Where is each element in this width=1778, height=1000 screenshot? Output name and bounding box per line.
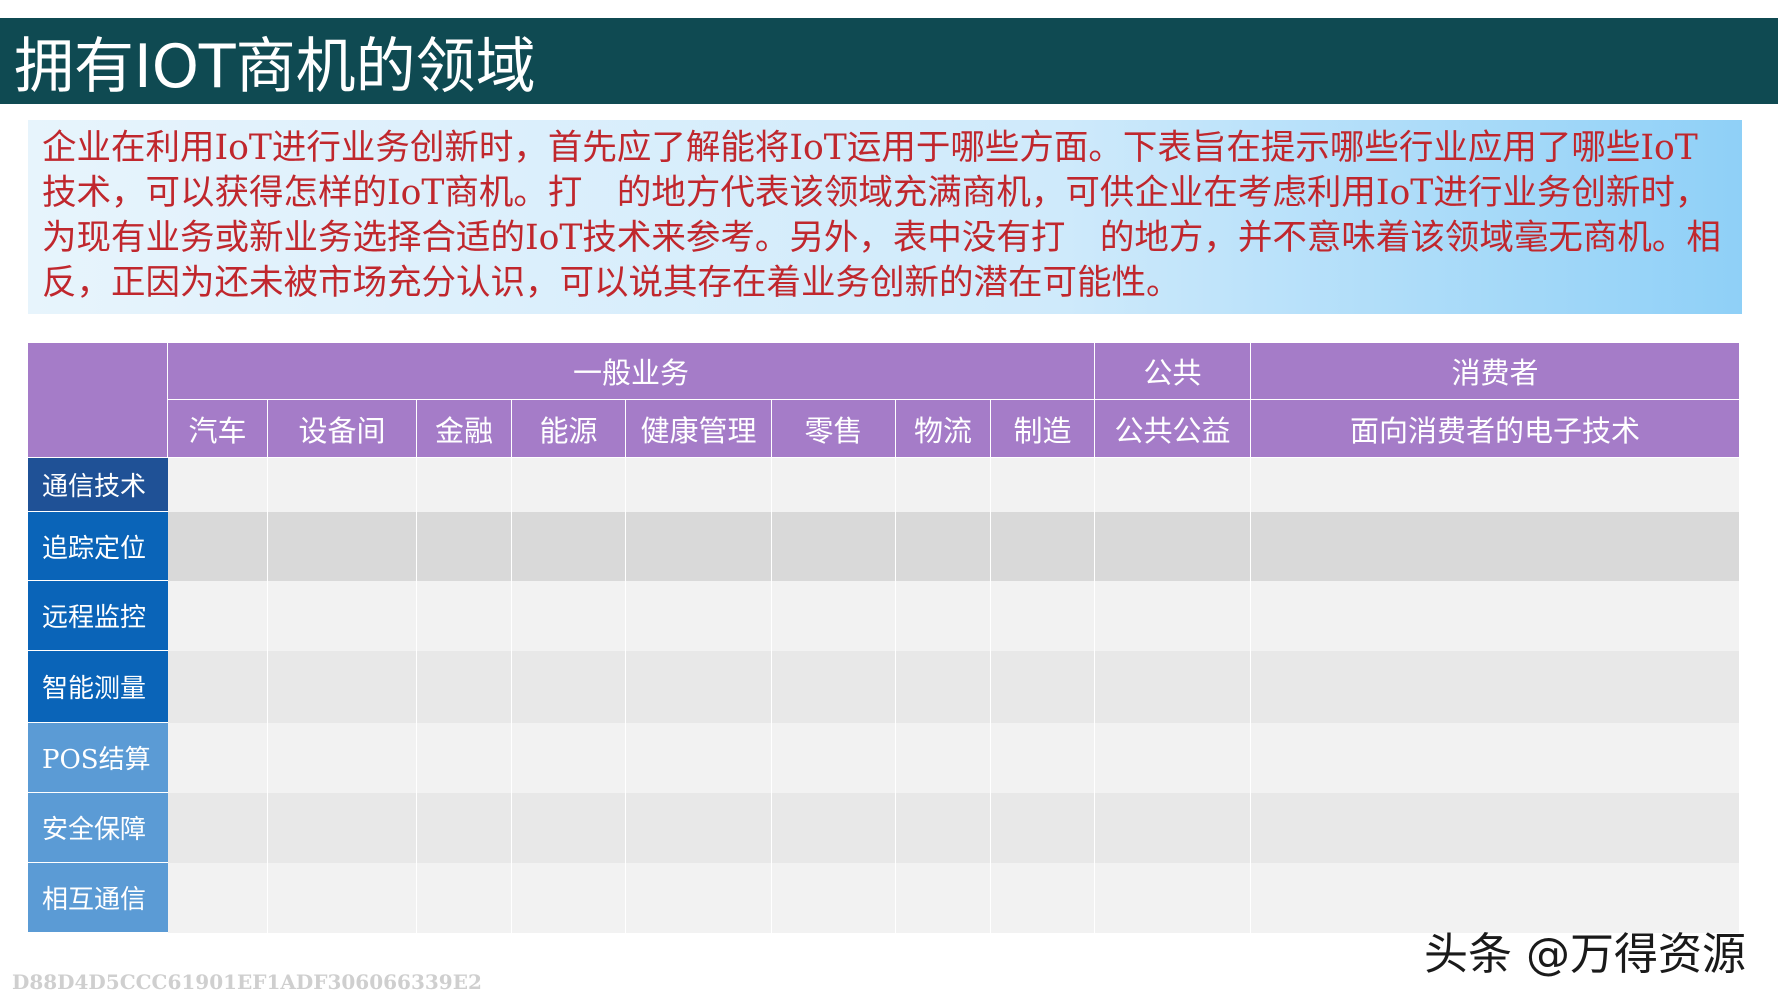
table-cell — [991, 458, 1095, 512]
column-header-consumer-electronics: 面向消费者的电子技术 — [1251, 400, 1739, 458]
table-cell — [417, 581, 512, 651]
table-cell — [991, 793, 1095, 863]
table-cell — [1095, 793, 1251, 863]
table-cell — [268, 863, 417, 933]
table-cell — [626, 651, 772, 723]
table-cell — [268, 793, 417, 863]
table-cell — [417, 863, 512, 933]
table-cell — [896, 863, 991, 933]
table-cell — [991, 512, 1095, 581]
table-cell — [168, 651, 268, 723]
table-cell — [168, 512, 268, 581]
opportunity-table: 一般业务 公共 消费者 汽车 设备间 金融 能源 健康管理 零售 物流 制造 公… — [28, 343, 1739, 933]
slide-title: 拥有IOT商机的领域 — [0, 18, 1778, 104]
table-cell — [896, 793, 991, 863]
table-cell — [168, 723, 268, 793]
table-cell — [626, 581, 772, 651]
table-cell — [512, 581, 626, 651]
column-header-public-welfare: 公共公益 — [1095, 400, 1251, 458]
column-header-retail: 零售 — [772, 400, 896, 458]
table-cell — [512, 793, 626, 863]
column-header-health: 健康管理 — [626, 400, 772, 458]
table-cell — [1251, 723, 1739, 793]
row-header: 相互通信 — [28, 863, 168, 933]
table-cell — [417, 458, 512, 512]
table-cell — [772, 723, 896, 793]
document-hash: D88D4D5CCC61901EF1ADF306066339E2 — [12, 970, 482, 994]
row-header: 安全保障 — [28, 793, 168, 863]
table-cell — [772, 651, 896, 723]
group-header-public: 公共 — [1095, 343, 1251, 400]
table-cell — [268, 512, 417, 581]
table-cell — [1095, 863, 1251, 933]
table-cell — [417, 651, 512, 723]
table-cell — [896, 723, 991, 793]
table-cell — [168, 863, 268, 933]
table-cell — [1251, 581, 1739, 651]
group-header-consumer: 消费者 — [1251, 343, 1739, 400]
table-cell — [626, 863, 772, 933]
table-cell — [626, 723, 772, 793]
table-cell — [1095, 581, 1251, 651]
table-cell — [1251, 512, 1739, 581]
watermark: 头条 @万得资源 — [1424, 929, 1746, 980]
column-header-energy: 能源 — [512, 400, 626, 458]
table-cell — [772, 793, 896, 863]
table-cell — [512, 458, 626, 512]
table-cell — [896, 581, 991, 651]
table-cell — [772, 512, 896, 581]
table-cell — [991, 581, 1095, 651]
table-cell — [626, 458, 772, 512]
table-cell — [772, 863, 896, 933]
table-cell — [417, 793, 512, 863]
table-cell — [1251, 651, 1739, 723]
table-cell — [417, 512, 512, 581]
table-cell — [991, 723, 1095, 793]
table-cell — [268, 723, 417, 793]
table-cell — [512, 863, 626, 933]
table-cell — [772, 458, 896, 512]
table-cell — [168, 458, 268, 512]
table-cell — [1095, 651, 1251, 723]
table-cell — [268, 581, 417, 651]
table-cell — [626, 793, 772, 863]
group-header-general: 一般业务 — [168, 343, 1095, 400]
column-header-finance: 金融 — [417, 400, 512, 458]
table-cell — [1095, 723, 1251, 793]
row-header: 智能测量 — [28, 651, 168, 723]
table-cell — [168, 793, 268, 863]
table-cell — [512, 651, 626, 723]
corner-header-cell — [28, 343, 168, 458]
table-cell — [991, 651, 1095, 723]
table-cell — [896, 512, 991, 581]
column-header-logistics: 物流 — [896, 400, 991, 458]
table-cell — [1095, 458, 1251, 512]
table-cell — [1095, 512, 1251, 581]
table-cell — [772, 581, 896, 651]
table-cell — [417, 723, 512, 793]
column-header-automotive: 汽车 — [168, 400, 268, 458]
table-cell — [896, 651, 991, 723]
column-header-manufacturing: 制造 — [991, 400, 1095, 458]
table-cell — [1251, 458, 1739, 512]
table-cell — [626, 512, 772, 581]
table-cell — [268, 651, 417, 723]
table-cell — [991, 863, 1095, 933]
row-header: 通信技术 — [28, 458, 168, 512]
column-header-m2m: 设备间 — [268, 400, 417, 458]
table-cell — [896, 458, 991, 512]
row-header: POS结算 — [28, 723, 168, 793]
intro-paragraph: 企业在利用IoT进行业务创新时，首先应了解能将IoT运用于哪些方面。下表旨在提示… — [28, 120, 1742, 314]
table-cell — [268, 458, 417, 512]
row-header: 追踪定位 — [28, 512, 168, 581]
table-cell — [512, 512, 626, 581]
table-cell — [1251, 793, 1739, 863]
table-cell — [512, 723, 626, 793]
table-cell — [168, 581, 268, 651]
row-header: 远程监控 — [28, 581, 168, 651]
